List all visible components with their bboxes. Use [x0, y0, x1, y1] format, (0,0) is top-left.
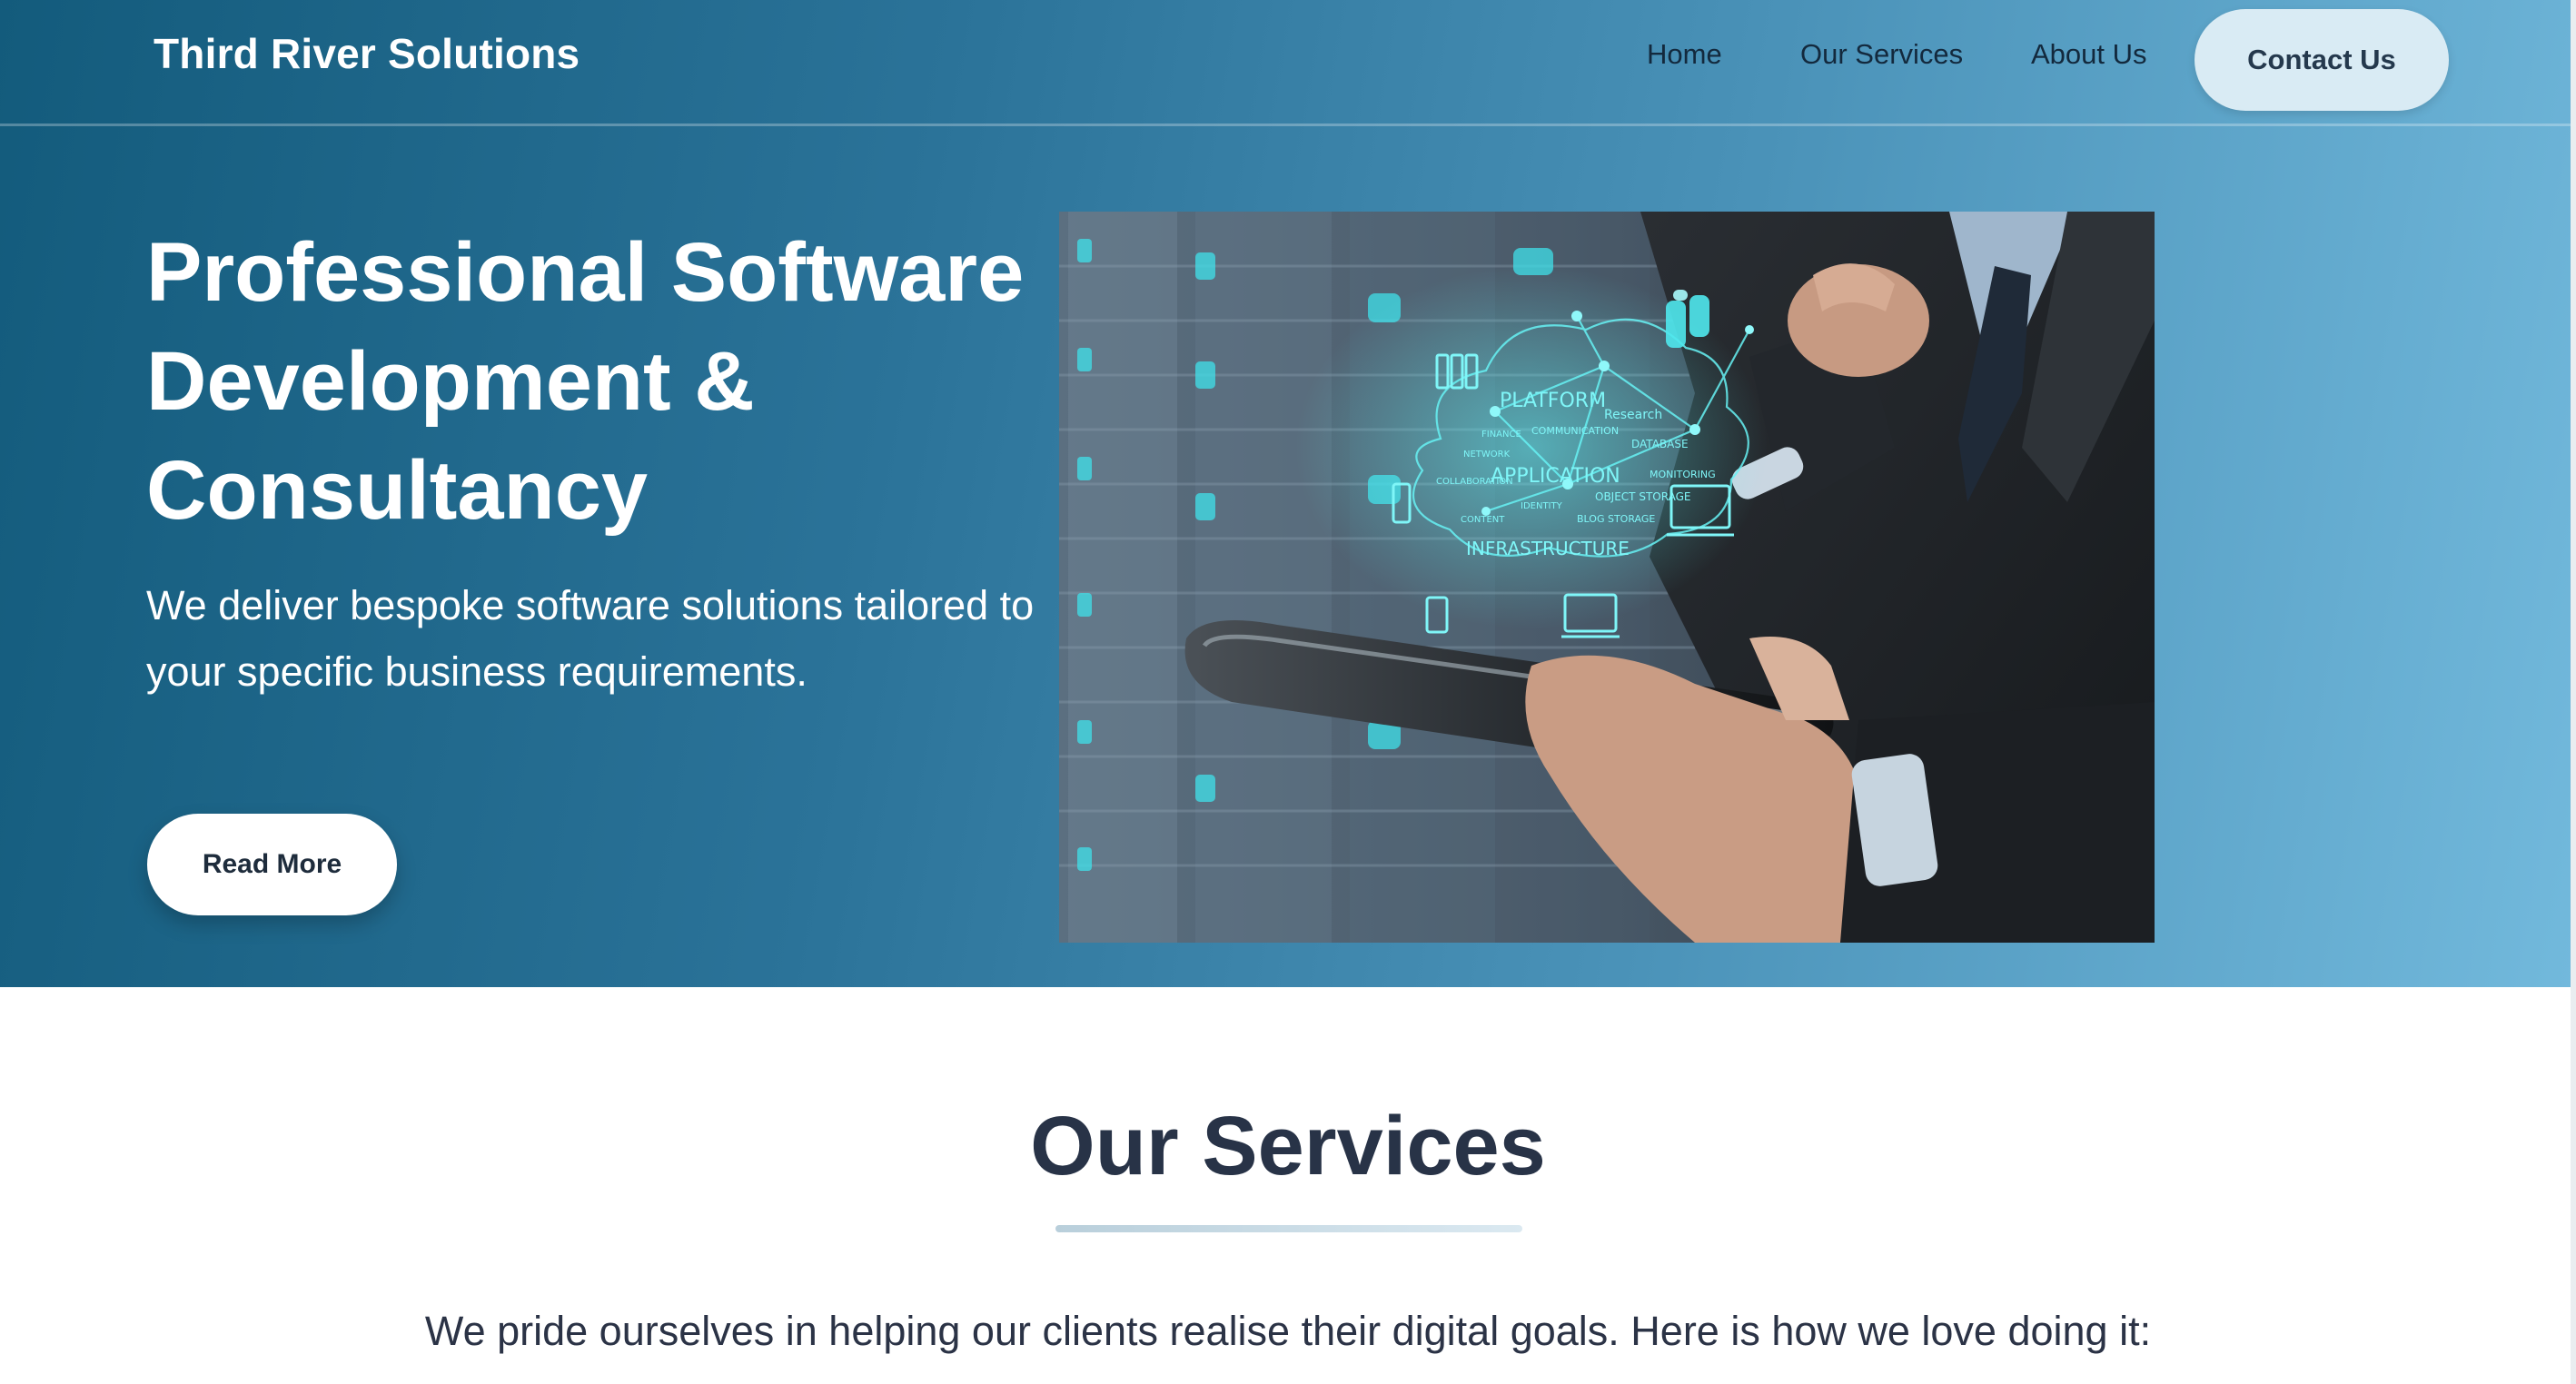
holo-text-communication: COMMUNICATION	[1531, 425, 1619, 437]
holo-text-finance: FINANCE	[1481, 430, 1521, 440]
holo-text-infrastructure: INFRASTRUCTURE	[1466, 538, 1630, 559]
nav-link-about-us[interactable]: About Us	[2031, 38, 2147, 71]
read-more-button[interactable]: Read More	[147, 814, 397, 915]
holo-text-research: Research	[1604, 408, 1662, 422]
services-intro-text: We pride ourselves in helping our client…	[424, 1308, 2152, 1354]
holo-text-database: DATABASE	[1631, 438, 1689, 450]
brand-logo-text[interactable]: Third River Solutions	[154, 29, 580, 78]
hero-image-businessman-tablet-cloud: PLATFORM Research COMMUNICATION FINANCE …	[1059, 212, 2155, 943]
nav-link-home[interactable]: Home	[1647, 38, 1722, 71]
holo-text-identity: IDENTITY	[1521, 501, 1563, 511]
hero-subtitle: We deliver bespoke software solutions ta…	[146, 582, 1035, 695]
nav-link-our-services[interactable]: Our Services	[1800, 38, 1963, 71]
holo-text-blog-storage: BLOG STORAGE	[1577, 513, 1655, 525]
top-navigation: Third River Solutions Home Our Services …	[0, 0, 2576, 126]
holo-text-network: NETWORK	[1463, 450, 1511, 460]
contact-us-button[interactable]: Contact Us	[2195, 9, 2449, 111]
holo-text-object-storage: OBJECT STORAGE	[1595, 490, 1690, 503]
services-heading-underline	[1055, 1225, 1522, 1232]
services-heading: Our Services	[1030, 1100, 1546, 1192]
holo-text-content: CONTENT	[1461, 515, 1505, 525]
holo-text-application: APPLICATION	[1491, 465, 1620, 488]
page-scrollbar[interactable]	[2571, 0, 2576, 1384]
holo-text-monitoring: MONITORING	[1650, 469, 1716, 480]
hero-title: Professional Software Development & Cons…	[146, 226, 1025, 537]
holo-text-platform: PLATFORM	[1500, 390, 1606, 412]
hero-section: Third River Solutions Home Our Services …	[0, 0, 2576, 987]
